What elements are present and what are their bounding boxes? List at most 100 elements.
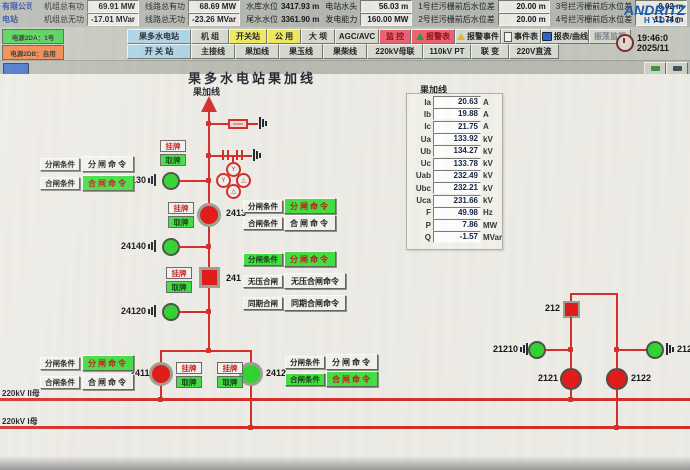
status-label: 3号拦污栅前后水位差 (556, 1, 632, 12)
andritz-logo: ANDRITZ HYDRO (624, 3, 690, 25)
earth-switch-24140[interactable] (162, 238, 180, 256)
alarm-event-button[interactable]: 报警事件 (455, 29, 501, 44)
meas-unit: Hz (483, 208, 493, 217)
close-command-2412[interactable]: 合闸命令 (326, 371, 378, 387)
close-condition-24130[interactable]: 合闸条件 (40, 177, 80, 190)
open-command-24130[interactable]: 分闸命令 (82, 156, 134, 172)
junction-dot (206, 309, 211, 314)
status-label: 机组总无功 (44, 14, 84, 25)
tag-button-24130[interactable]: 挂牌 (160, 140, 186, 152)
untag-button-2412[interactable]: 取牌 (217, 376, 243, 388)
meas-label: Ua (407, 135, 431, 144)
meas-value: 20.63 (433, 96, 481, 108)
meas-unit: kV (483, 159, 493, 168)
tab-switchyard[interactable]: 开关站 (229, 29, 267, 44)
drop-2122-bus (616, 389, 618, 429)
report-curve-button[interactable]: 报表/曲线 (541, 29, 589, 44)
tag-button-2413[interactable]: 挂牌 (168, 202, 194, 214)
disconnector-2122[interactable] (606, 368, 628, 390)
open-command-2412[interactable]: 分闸命令 (326, 354, 378, 370)
junction-dot (206, 178, 211, 183)
disconnector-2411[interactable] (149, 362, 173, 386)
tab-220kv-bustie[interactable]: 220kV母联 (367, 44, 423, 59)
tab-transformer[interactable]: 联 变 (471, 44, 509, 59)
close-condition-2413[interactable]: 合闸条件 (243, 217, 283, 230)
open-condition-2411[interactable]: 分闸条件 (40, 357, 80, 370)
earth-switch-21220[interactable] (646, 341, 664, 359)
status-label: 4号拦污栅前后水位差 (556, 14, 632, 25)
earth-switch-21210[interactable] (528, 341, 546, 359)
untag-button-2413[interactable]: 取牌 (168, 216, 194, 228)
meas-value: -1.57 (433, 231, 481, 243)
meas-label: Ub (407, 147, 431, 156)
event-table-button[interactable]: 事件表 (501, 29, 541, 44)
status-label: 线路总无功 (145, 14, 185, 25)
power-source-b-chip[interactable]: 电源2DB：自用 (2, 45, 64, 60)
earth-switch-24120[interactable] (162, 303, 180, 321)
tab-monitor[interactable]: 监 控 (379, 29, 411, 44)
breaker-212[interactable] (563, 301, 580, 318)
sync-close-condition-241[interactable]: 同期合闸 (243, 297, 283, 310)
meas-value: 133.78 (433, 158, 481, 170)
close-condition-2412[interactable]: 合闸条件 (285, 373, 325, 386)
untag-button-24130[interactable]: 取牌 (160, 154, 186, 166)
tab-units[interactable]: 机 组 (191, 29, 229, 44)
close-command-2413[interactable]: 合闸命令 (284, 215, 336, 231)
status-value: -17.01 MVar (87, 13, 139, 26)
junction-dot (206, 121, 211, 126)
tab-110kv-pt[interactable]: 110kV PT (423, 44, 471, 59)
clock-block: 19:46:0 2025/11 (616, 33, 690, 54)
meas-label: Uab (407, 171, 431, 180)
open-condition-2412[interactable]: 分闸条件 (285, 356, 325, 369)
scada-screen: 有限公司 机组总有功 69.91 MW 线路总有功 68.69 MW 水库水位 … (0, 0, 690, 470)
close-command-24130[interactable]: 合闸命令 (82, 175, 134, 191)
tab-dam[interactable]: 大 坝 (301, 29, 335, 44)
alarm-table-icon (416, 33, 424, 40)
status-label: 发电能力 (325, 14, 357, 25)
close-command-2411[interactable]: 合闸命令 (82, 374, 134, 390)
tab-guoyu-line[interactable]: 果玉线 (279, 44, 323, 59)
open-condition-24130[interactable]: 分闸条件 (40, 158, 80, 171)
tab-station-home[interactable]: 果多水电站 (127, 29, 191, 44)
tag-button-2411[interactable]: 挂牌 (176, 362, 202, 374)
open-condition-2413[interactable]: 分闸条件 (243, 200, 283, 213)
disconnector-2121[interactable] (560, 368, 582, 390)
power-source-a-chip[interactable]: 电源2DA：1号 (2, 29, 64, 44)
tab-guojia-line[interactable]: 果加线 (235, 44, 279, 59)
toolbar-row-2: 开 关 站 主接线 果加线 果玉线 果柴线 220kV母联 110kV PT 联… (127, 44, 559, 59)
tab-guochai-line[interactable]: 果柴线 (323, 44, 367, 59)
meas-value: 133.92 (433, 133, 481, 145)
event-table-icon (504, 32, 512, 42)
label-2412: 2412 (266, 368, 286, 378)
novolt-close-command-241[interactable]: 无压合闸命令 (284, 273, 346, 289)
untag-button-241[interactable]: 取牌 (166, 281, 192, 293)
sync-close-command-241[interactable]: 同期合闸命令 (284, 295, 346, 311)
tag-button-241[interactable]: 挂牌 (166, 267, 192, 279)
breaker-241[interactable] (199, 267, 220, 288)
disconnector-2413[interactable] (197, 203, 221, 227)
bustie-top-line (570, 293, 618, 295)
tab-switch-station[interactable]: 开 关 站 (127, 44, 191, 59)
open-condition-241[interactable]: 分闸条件 (243, 253, 283, 266)
alarm-table-button[interactable]: 报警表 (411, 29, 455, 44)
meas-value: 21.75 (433, 121, 481, 133)
open-command-241[interactable]: 分闸命令 (284, 251, 336, 267)
open-command-2413[interactable]: 分闸命令 (284, 198, 336, 214)
tab-main-wiring[interactable]: 主接线 (191, 44, 235, 59)
tab-common[interactable]: 公 用 (267, 29, 301, 44)
tag-button-2412[interactable]: 挂牌 (217, 362, 243, 374)
bus-1 (0, 426, 690, 429)
untag-button-2411[interactable]: 取牌 (176, 376, 202, 388)
tab-220v-dc[interactable]: 220V直流 (509, 44, 559, 59)
label-241: 241 (226, 273, 241, 283)
line-measurement-panel: Ia20.63A Ib19.88A Ic21.75A Ua133.92kV Ub… (406, 93, 503, 250)
open-command-2411[interactable]: 分闸命令 (82, 355, 134, 371)
tab-agc-avc[interactable]: AGC/AVC (335, 29, 379, 44)
junction-dot (568, 347, 573, 352)
novolt-close-condition-241[interactable]: 无压合闸 (243, 275, 283, 288)
label-2122: 2122 (631, 373, 651, 383)
close-condition-2411[interactable]: 合闸条件 (40, 376, 80, 389)
meas-label: Ubc (407, 184, 431, 193)
earth-switch-24130[interactable] (162, 172, 180, 190)
toolbar: 电源2DA：1号 电源2DB：自用 果多水电站 机 组 开关站 公 用 大 坝 … (0, 27, 690, 60)
